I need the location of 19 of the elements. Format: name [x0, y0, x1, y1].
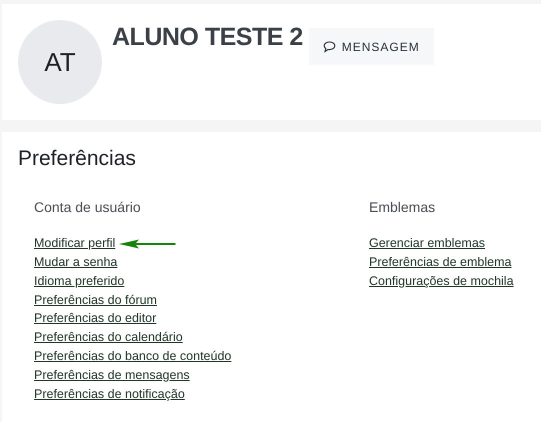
preference-link[interactable]: Preferências de emblema	[369, 252, 512, 272]
speech-bubble-icon	[322, 40, 336, 52]
preference-link[interactable]: Gerenciar emblemas	[369, 234, 486, 253]
preference-link[interactable]: Modificar perfil	[34, 234, 116, 253]
group-heading: Conta de usuário	[34, 198, 142, 218]
preference-link[interactable]: Preferências do calendário	[34, 328, 183, 347]
preference-link[interactable]: Mudar a senha	[34, 252, 118, 272]
preference-link[interactable]: Preferências de notificação	[34, 384, 185, 404]
avatar: AT	[18, 20, 102, 104]
user-name: ALUNO TESTE 2	[112, 22, 303, 53]
preference-link[interactable]: Preferências do editor	[34, 309, 156, 328]
preference-link[interactable]: Idioma preferido	[34, 272, 124, 291]
group-heading: Emblemas	[369, 198, 436, 218]
preference-link[interactable]: Configurações de mochila	[369, 272, 514, 291]
message-button[interactable]: MENSAGEM	[308, 28, 434, 65]
preference-link[interactable]: Preferências do banco de conteúdo	[34, 346, 232, 366]
section-title: Preferências	[18, 146, 137, 172]
preference-link[interactable]: Preferências de mensagens	[34, 366, 190, 385]
preference-link[interactable]: Preferências do fórum	[34, 290, 157, 310]
